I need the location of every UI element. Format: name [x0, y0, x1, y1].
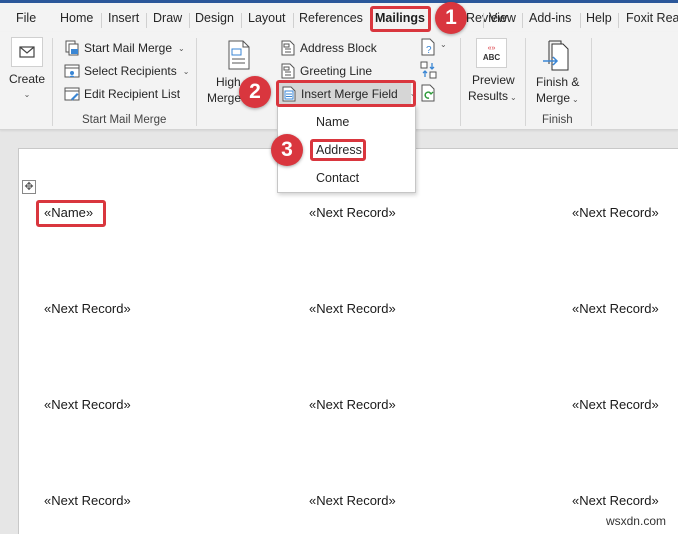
highlight-box-name-field	[36, 200, 106, 227]
finish-merge-button[interactable]: Finish & Merge ⌄	[531, 38, 581, 108]
edit-recipient-list-button[interactable]: Edit Recipient List	[64, 84, 180, 104]
create-button[interactable]: Create ⌄	[8, 35, 46, 103]
update-labels-button[interactable]	[420, 84, 438, 102]
next-record-field[interactable]: «Next Record»	[44, 301, 131, 316]
match-fields-icon	[420, 61, 437, 79]
highlight-box-insert-merge-field	[276, 80, 416, 107]
select-recipients-label: Select Recipients	[84, 64, 177, 78]
greeting-line-button[interactable]: Greeting Line	[280, 61, 372, 81]
select-recipients-icon	[64, 64, 80, 78]
greeting-line-label: Greeting Line	[300, 64, 373, 78]
start-mail-merge-icon	[65, 40, 79, 56]
edit-recipient-list-label: Edit Recipient List	[84, 87, 181, 101]
match-fields-button[interactable]	[420, 61, 438, 79]
next-record-field[interactable]: «Next Record»	[309, 397, 396, 412]
tab-separator	[101, 13, 102, 28]
tab-design[interactable]: Design	[195, 11, 234, 25]
tab-separator	[146, 13, 147, 28]
step-badge-3: 3	[271, 134, 303, 166]
group-separator	[460, 38, 461, 126]
tab-separator	[522, 13, 523, 28]
next-record-field[interactable]: «Next Record»	[44, 493, 131, 508]
tab-insert[interactable]: Insert	[108, 11, 139, 25]
group-separator	[591, 38, 592, 126]
create-label: Create	[8, 72, 46, 86]
tab-separator	[189, 13, 190, 28]
tab-separator	[241, 13, 242, 28]
rules-icon: ?	[421, 38, 435, 56]
start-mail-merge-label: Start Mail Merge	[84, 41, 173, 55]
address-block-button[interactable]: Address Block	[280, 38, 377, 58]
tab-references[interactable]: References	[299, 11, 363, 25]
group-separator	[525, 38, 526, 126]
tab-foxit-reader[interactable]: Foxit Rea	[626, 11, 678, 25]
ribbon-tabs: File Home Insert Draw Design Layout Refe…	[0, 3, 678, 32]
address-block-icon	[281, 40, 295, 56]
greeting-line-icon	[281, 63, 295, 79]
highlight-merge-fields-icon	[228, 40, 250, 70]
chevron-down-icon: ⌄	[182, 66, 190, 76]
highlight-label-1: High	[216, 75, 241, 89]
next-record-field[interactable]: «Next Record»	[572, 301, 659, 316]
preview-label-1: Preview	[472, 73, 515, 87]
tab-home[interactable]: Home	[60, 11, 93, 25]
next-record-field[interactable]: «Next Record»	[309, 493, 396, 508]
next-record-field[interactable]: «Next Record»	[44, 397, 131, 412]
tab-view[interactable]: View	[489, 11, 516, 25]
tab-separator	[483, 13, 484, 28]
watermark: wsxdn.com	[605, 514, 666, 528]
tab-help[interactable]: Help	[586, 11, 612, 25]
finish-label-1: Finish &	[536, 75, 580, 89]
next-record-field[interactable]: «Next Record»	[572, 205, 659, 220]
group-separator	[52, 38, 53, 126]
tab-add-ins[interactable]: Add-ins	[529, 11, 571, 25]
next-record-field[interactable]: «Next Record»	[572, 397, 659, 412]
tab-separator	[580, 13, 581, 28]
table-move-handle-icon[interactable]: ✥	[22, 180, 36, 194]
highlight-label-2: Merge	[207, 91, 242, 105]
update-labels-icon	[421, 84, 435, 102]
start-mail-merge-button[interactable]: Start Mail Merge ⌄	[64, 38, 185, 58]
edit-recipient-list-icon	[64, 87, 80, 101]
chevron-down-icon: ⌄	[440, 40, 447, 49]
finish-merge-icon	[543, 40, 569, 71]
highlight-box-mailings	[370, 6, 431, 32]
preview-label-2: Results ⌄	[468, 89, 517, 103]
preview-results-button[interactable]: «» ABC Preview Results ⌄	[468, 36, 518, 106]
start-mail-merge-group-label: Start Mail Merge	[82, 114, 167, 126]
chevron-down-icon: ⌄	[178, 43, 185, 53]
tab-separator	[618, 13, 619, 28]
rules-button[interactable]: ? ⌄	[420, 38, 450, 58]
next-record-field[interactable]: «Next Record»	[572, 493, 659, 508]
tab-layout[interactable]: Layout	[248, 11, 286, 25]
menu-item-contact[interactable]: Contact	[316, 171, 359, 185]
finish-label-2: Merge ⌄	[536, 91, 579, 105]
document-page[interactable]: ✥ «Name» «Next Record» «Next Record» «Ne…	[18, 148, 678, 534]
svg-text:?: ?	[426, 45, 432, 56]
step-badge-2: 2	[239, 76, 271, 108]
address-block-label: Address Block	[300, 41, 377, 55]
group-separator	[196, 38, 197, 126]
next-record-field[interactable]: «Next Record»	[309, 205, 396, 220]
next-record-field[interactable]: «Next Record»	[309, 301, 396, 316]
tab-draw[interactable]: Draw	[153, 11, 182, 25]
select-recipients-button[interactable]: Select Recipients ⌄	[64, 61, 189, 81]
chevron-down-icon: ⌄	[23, 90, 31, 99]
tab-separator	[293, 13, 294, 28]
tab-file[interactable]: File	[16, 11, 36, 25]
menu-item-name[interactable]: Name	[316, 115, 349, 129]
highlight-box-address	[310, 139, 366, 161]
step-badge-1: 1	[435, 2, 467, 34]
finish-group-label: Finish	[542, 114, 573, 126]
preview-abc-icon: «» ABC	[476, 38, 507, 68]
envelope-icon	[11, 37, 43, 67]
